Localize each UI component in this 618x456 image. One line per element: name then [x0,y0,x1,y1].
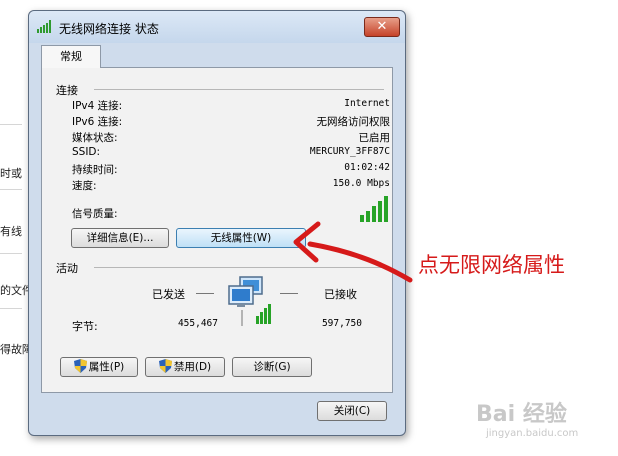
duration-label: 持续时间: [72,164,118,176]
divider [0,308,22,309]
ipv4-value: Internet [344,98,390,109]
disable-button-label: 禁用(D) [173,361,212,373]
divider [94,89,384,90]
media-state-value: 已启用 [358,132,391,144]
signal-quality-label: 信号质量: [72,208,118,220]
connection-heading: 连接 [56,84,78,97]
bytes-received-value: 597,750 [321,318,362,329]
red-arrow [293,221,413,283]
divider [0,253,22,254]
disable-button[interactable]: 禁用(D) [145,357,225,377]
ipv6-label: IPv6 连接: [72,116,123,128]
bytes-sent-value: 455,467 [177,318,218,329]
tab-general[interactable]: 常规 [41,45,101,68]
network-computers-icon [228,276,271,326]
close-icon: ✕ [376,19,388,34]
shield-icon [158,359,172,373]
background-text: 有线 [0,225,22,238]
ipv6-value: 无网络访问权限 [316,116,391,128]
properties-button-label: 属性(P) [88,361,125,373]
watermark-url: jingyan.baidu.com [486,428,579,439]
background-window-strip: 时或 有线 的文件 得故障 [0,0,33,456]
title-bar[interactable]: 无线网络连接 状态 ✕ [29,11,405,43]
received-label: 已接收 [324,288,357,301]
divider [196,293,214,294]
dialog-title: 无线网络连接 状态 [59,22,159,36]
close-window-button[interactable]: ✕ [364,17,400,37]
details-button[interactable]: 详细信息(E)... [71,228,169,248]
divider [0,124,22,125]
activity-heading: 活动 [56,262,78,275]
wifi-signal-icon [37,20,51,33]
speed-label: 速度: [72,180,97,192]
ssid-value: MERCURY_3FF87C [309,146,390,157]
diagnose-button[interactable]: 诊断(G) [232,357,312,377]
media-state-label: 媒体状态: [72,132,118,144]
properties-button[interactable]: 属性(P) [60,357,138,377]
background-text: 时或 [0,167,22,180]
divider [0,189,22,190]
ipv4-label: IPv4 连接: [72,100,123,112]
divider [280,293,298,294]
duration-value: 01:02:42 [344,162,390,173]
watermark-logo: Bai 经验 [476,402,567,427]
bytes-label: 字节: [72,320,98,333]
ssid-label: SSID: [72,146,101,158]
annotation-text: 点无限网络属性 [418,253,565,277]
shield-icon [73,359,87,373]
speed-value: 150.0 Mbps [332,178,390,189]
close-button[interactable]: 关闭(C) [317,401,387,421]
sent-label: 已发送 [152,288,185,301]
